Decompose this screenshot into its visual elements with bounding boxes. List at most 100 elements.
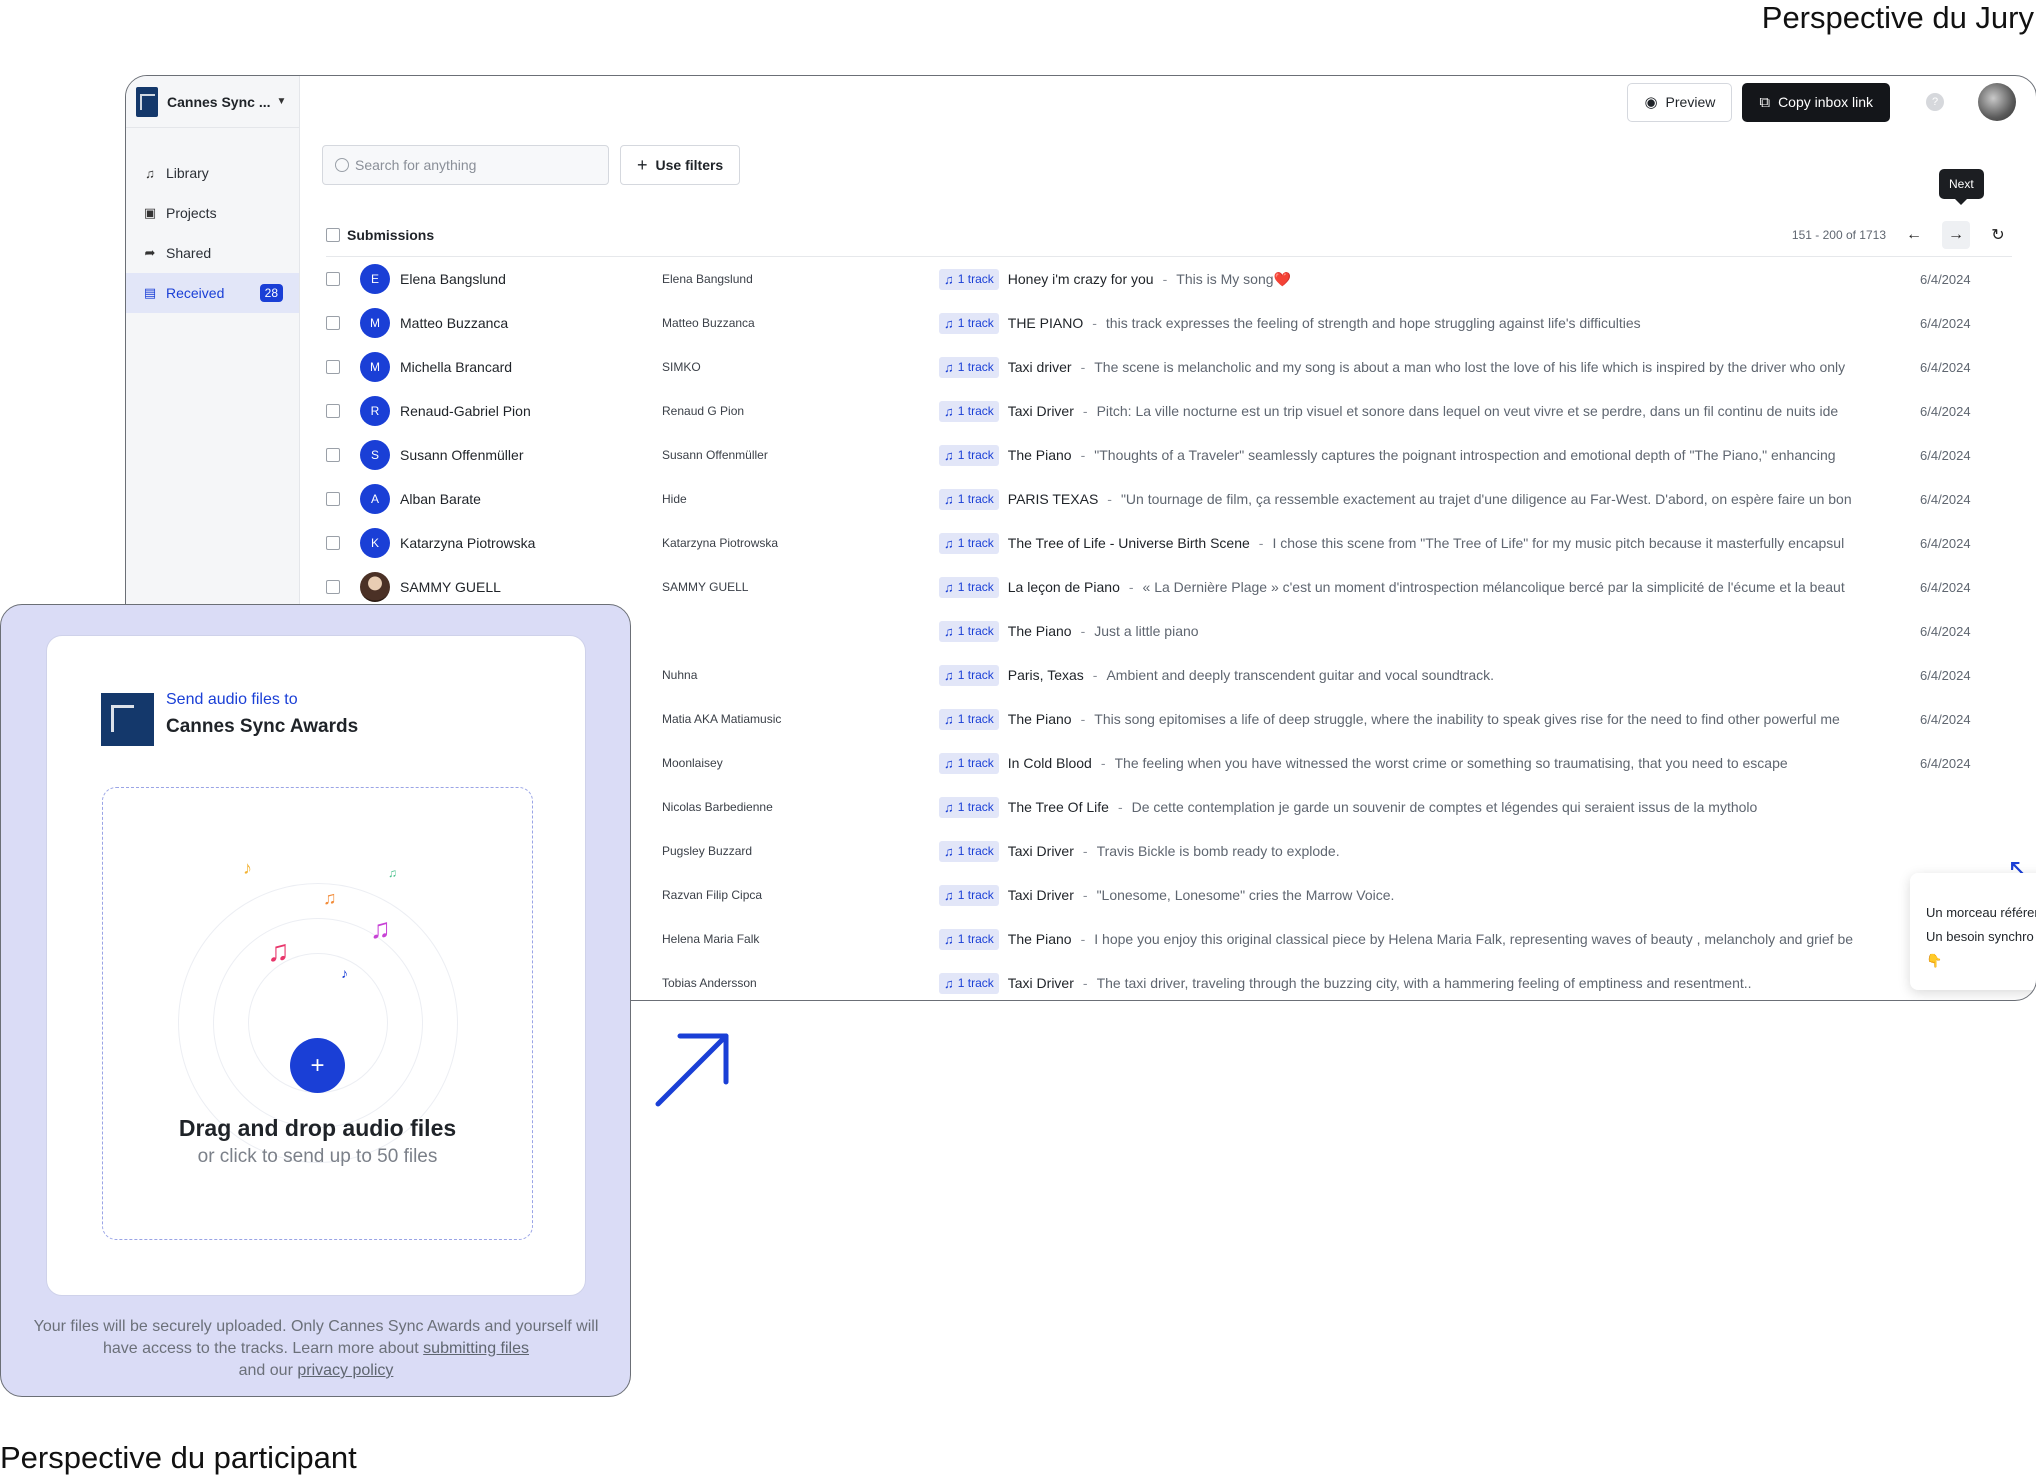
submissions-title: Submissions <box>347 226 435 243</box>
music-note-icon: ♫ <box>944 887 954 903</box>
track-count-tag[interactable]: ♫ 1 track <box>939 928 999 950</box>
org-logo <box>101 693 154 746</box>
track-cell: ♫ 1 track The Piano - This song epitomises a… <box>939 708 1867 730</box>
track-count-tag[interactable]: ♫ 1 track <box>939 444 999 466</box>
copy-inbox-link-button[interactable]: ⧉ Copy inbox link <box>1742 82 1890 122</box>
track-title: The Tree of Life - Universe Birth Scene <box>1007 535 1250 551</box>
music-note-icon: ♫ <box>944 755 954 771</box>
music-note-icon: ♫ <box>944 535 954 551</box>
separator: - <box>1080 359 1086 375</box>
submitting-files-link[interactable]: submitting files <box>423 1340 529 1357</box>
table-row[interactable]: E Elena Bangslund Elena Bangslund ♫ 1 track H… <box>326 257 2012 301</box>
artist-name: Matteo Buzzanca <box>662 316 755 330</box>
sidebar-item-label: Projects <box>166 205 217 221</box>
track-count-tag[interactable]: ♫ 1 track <box>939 488 999 510</box>
row-checkbox[interactable] <box>326 580 340 594</box>
separator: - <box>1082 887 1088 903</box>
track-count-tag[interactable]: ♫ 1 track <box>939 664 999 686</box>
separator: - <box>1117 799 1123 815</box>
track-description: De cette contemplation je garde un souve… <box>1131 799 1758 815</box>
sidebar-item-shared[interactable]: ➦ Shared <box>126 233 299 273</box>
row-checkbox[interactable] <box>326 360 340 374</box>
track-count-tag[interactable]: ♫ 1 track <box>939 400 999 422</box>
arrow-left-icon[interactable]: ← <box>1900 221 1928 249</box>
track-description: I hope you enjoy this original classical… <box>1094 931 1854 947</box>
row-checkbox[interactable] <box>326 404 340 418</box>
sidebar-item-library[interactable]: ♫ Library <box>126 153 299 193</box>
row-checkbox[interactable] <box>326 492 340 506</box>
avatar: E <box>360 264 390 294</box>
music-note-icon: ♫ <box>944 975 954 991</box>
track-count-tag[interactable]: ♫ 1 track <box>939 840 999 862</box>
dropzone-subtitle: or click to send up to 50 files <box>197 1146 438 1167</box>
track-count-tag[interactable]: ♫ 1 track <box>939 532 999 554</box>
inbox-icon: ▤ <box>143 285 157 300</box>
track-count-tag[interactable]: ♫ 1 track <box>939 356 999 378</box>
track-description: The taxi driver, traveling through the b… <box>1096 975 1752 991</box>
track-count-tag[interactable]: ♫ 1 track <box>939 708 999 730</box>
table-row[interactable]: M Matteo Buzzanca Matteo Buzzanca ♫ 1 track T… <box>326 301 2012 345</box>
table-row[interactable]: S Susann Offenmüller Susann Offenmüller ♫ 1 … <box>326 433 2012 477</box>
chat-message: Un morceau référence ? Un brief ? Un bes… <box>1926 905 2036 968</box>
table-row[interactable]: M Michella Brancard SIMKO ♫ 1 track Taxi driv… <box>326 345 2012 389</box>
help-icon[interactable]: ? <box>1926 93 1944 111</box>
track-count-tag[interactable]: ♫ 1 track <box>939 268 999 290</box>
track-count-tag[interactable]: ♫ 1 track <box>939 620 999 642</box>
music-note-icon: ♫ <box>944 799 954 815</box>
track-description: Ambient and deeply transcendent guitar a… <box>1106 667 1495 683</box>
track-count-tag[interactable]: ♫ 1 track <box>939 972 999 994</box>
music-note-icon: ♫ <box>944 931 954 947</box>
track-count-label: 1 track <box>957 448 994 462</box>
music-note-icon: ♫ <box>944 403 954 419</box>
track-count-label: 1 track <box>957 800 994 814</box>
submission-date: 6/4/2024 <box>1920 403 1971 419</box>
row-checkbox[interactable] <box>326 536 340 550</box>
add-files-button[interactable]: + <box>290 1038 345 1093</box>
table-row[interactable]: K Katarzyna Piotrowska Katarzyna Piotrowsk… <box>326 521 2012 565</box>
track-title: Taxi Driver <box>1007 843 1074 859</box>
table-row[interactable]: R Renaud-Gabriel Pion Renaud G Pion ♫ 1 trac… <box>326 389 2012 433</box>
row-checkbox[interactable] <box>326 448 340 462</box>
preview-button[interactable]: ◉ Preview <box>1627 82 1733 122</box>
sidebar-item-received[interactable]: ▤ Received 28 <box>126 273 299 313</box>
refresh-icon[interactable]: ↻ <box>1984 221 2012 249</box>
track-count-label: 1 track <box>957 756 994 770</box>
artist-name: Nuhna <box>662 668 698 682</box>
track-count-tag[interactable]: ♫ 1 track <box>939 312 999 334</box>
track-count-tag[interactable]: ♫ 1 track <box>939 752 999 774</box>
track-cell: ♫ 1 track Taxi driver - The scene is melanch… <box>939 356 1867 378</box>
separator: - <box>1107 491 1112 507</box>
row-checkbox[interactable] <box>326 272 340 286</box>
track-count-label: 1 track <box>957 360 994 374</box>
music-note-icon: ♫ <box>944 315 954 331</box>
search-input[interactable]: Search for anything <box>322 145 609 185</box>
upload-footer: Your files will be securely uploaded. On… <box>31 1316 601 1382</box>
received-count-badge: 28 <box>259 284 283 302</box>
track-description: « La Dernière Plage » c'est un moment d'… <box>1142 579 1845 595</box>
track-count-tag[interactable]: ♫ 1 track <box>939 576 999 598</box>
track-count-tag[interactable]: ♫ 1 track <box>939 884 999 906</box>
search-icon <box>335 158 349 172</box>
music-note-icon: ♫ <box>944 623 954 639</box>
track-title: Taxi driver <box>1007 359 1072 375</box>
table-row[interactable]: SAMMY GUELL SAMMY GUELL ♫ 1 track La leçon d… <box>326 565 2012 609</box>
dropzone[interactable]: ♪ ♫ ♫ ♫ ♫ ♪ + Drag and drop audio files … <box>102 787 533 1240</box>
music-note-icon: ♫ <box>944 271 954 287</box>
artist-name: Moonlaisey <box>662 756 723 770</box>
track-count-tag[interactable]: ♫ 1 track <box>939 796 999 818</box>
arrow-right-icon[interactable]: → <box>1942 220 1970 249</box>
send-label: Send audio files to <box>166 691 298 708</box>
sidebar-item-projects[interactable]: ▣ Projects <box>126 193 299 233</box>
submitter-name: SAMMY GUELL <box>400 579 501 595</box>
music-note-icon: ♫ <box>323 888 337 908</box>
track-description: this track expresses the feeling of stre… <box>1105 315 1641 331</box>
row-checkbox[interactable] <box>326 316 340 330</box>
use-filters-button[interactable]: + Use filters <box>620 145 741 185</box>
privacy-policy-link[interactable]: privacy policy <box>297 1362 393 1379</box>
select-all-checkbox[interactable] <box>326 227 340 242</box>
workspace-switcher[interactable]: Cannes Sync ... ▼ <box>126 76 299 128</box>
separator: - <box>1080 931 1086 947</box>
track-title: Taxi Driver <box>1007 975 1074 991</box>
table-row[interactable]: A Alban Barate Hide ♫ 1 track PARIS TEXAS - "Un… <box>326 477 2012 521</box>
user-avatar[interactable] <box>1978 83 2016 121</box>
